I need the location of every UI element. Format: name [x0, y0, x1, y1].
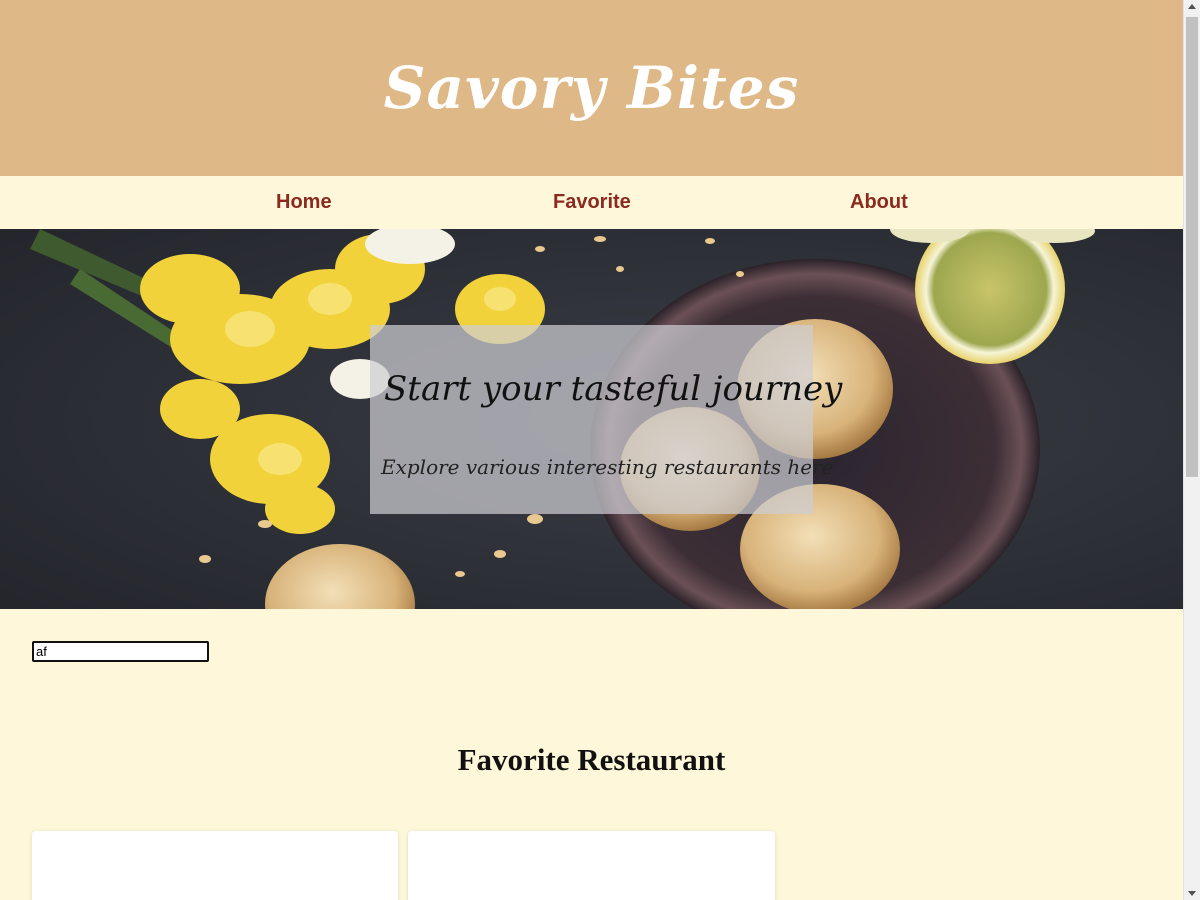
main-nav: Home Favorite About — [0, 176, 1183, 229]
scroll-down-arrow-icon[interactable] — [1188, 891, 1196, 896]
restaurant-card[interactable] — [32, 831, 398, 900]
scroll-thumb[interactable] — [1186, 17, 1198, 477]
vertical-scrollbar[interactable] — [1183, 0, 1200, 900]
page: Savory Bites Home Favorite About Start y… — [0, 0, 1183, 900]
site-title: Savory Bites — [383, 54, 800, 122]
scroll-up-arrow-icon[interactable] — [1188, 4, 1196, 9]
nav-favorite-link[interactable]: Favorite — [553, 191, 631, 214]
hero-subtitle: Explore various interesting restaurants … — [381, 455, 834, 479]
hero-banner: Start your tasteful journey Explore vari… — [0, 229, 1183, 609]
site-header: Savory Bites — [0, 0, 1183, 176]
hero-caption-box: Start your tasteful journey Explore vari… — [370, 325, 842, 514]
nav-home-link[interactable]: Home — [276, 191, 332, 214]
hero-title: Start your tasteful journey — [384, 369, 843, 409]
restaurant-card[interactable] — [408, 831, 775, 900]
nav-about-link[interactable]: About — [850, 191, 908, 214]
search-input[interactable] — [32, 641, 209, 662]
favorite-section-title: Favorite Restaurant — [457, 742, 726, 777]
